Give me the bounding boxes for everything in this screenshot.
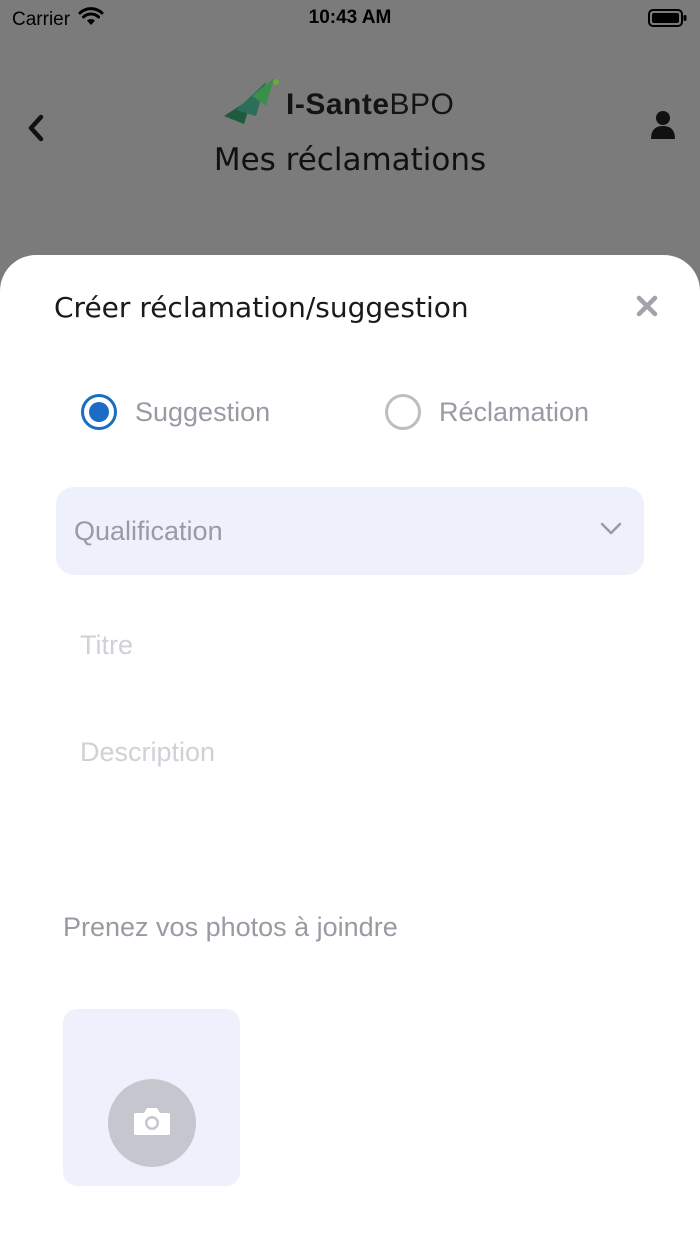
qualification-placeholder: Qualification bbox=[74, 515, 223, 546]
app-header: I-SanteBPO Mes réclamations bbox=[0, 40, 700, 255]
close-icon bbox=[636, 295, 658, 322]
chevron-down-icon bbox=[600, 522, 622, 541]
radio-label-suggestion: Suggestion bbox=[135, 396, 271, 427]
radio-label-reclamation: Réclamation bbox=[439, 396, 590, 427]
page-title: Mes réclamations bbox=[213, 142, 487, 178]
camera-icon bbox=[132, 1105, 172, 1142]
sheet-title: Créer réclamation/suggestion bbox=[54, 291, 469, 324]
qualification-select[interactable]: Qualification bbox=[56, 487, 644, 575]
radio-button-unchecked[interactable] bbox=[385, 394, 421, 430]
titre-input[interactable] bbox=[56, 617, 644, 673]
description-input[interactable] bbox=[56, 725, 644, 845]
create-sheet: Créer réclamation/suggestion Suggestion … bbox=[0, 255, 700, 1244]
brand-logo: I-SanteBPO bbox=[222, 76, 454, 135]
logo-bold-text: I-Sante bbox=[286, 88, 390, 121]
camera-button[interactable] bbox=[108, 1079, 196, 1167]
battery-icon bbox=[648, 8, 688, 34]
logo-icon bbox=[222, 76, 280, 135]
logo-light-text: BPO bbox=[389, 88, 455, 121]
status-bar: Carrier 10:43 AM bbox=[0, 0, 700, 40]
status-time: 10:43 AM bbox=[308, 7, 392, 28]
logo-text: I-SanteBPO bbox=[286, 88, 454, 122]
photos-label: Prenez vos photos à joindre bbox=[63, 912, 398, 942]
close-button[interactable] bbox=[634, 295, 660, 321]
radio-reclamation[interactable]: Réclamation bbox=[385, 394, 589, 430]
radio-button-checked[interactable] bbox=[81, 394, 117, 430]
radio-suggestion[interactable]: Suggestion bbox=[81, 394, 270, 430]
user-icon bbox=[650, 110, 676, 145]
photo-slot bbox=[63, 1009, 240, 1186]
profile-button[interactable] bbox=[648, 110, 678, 144]
